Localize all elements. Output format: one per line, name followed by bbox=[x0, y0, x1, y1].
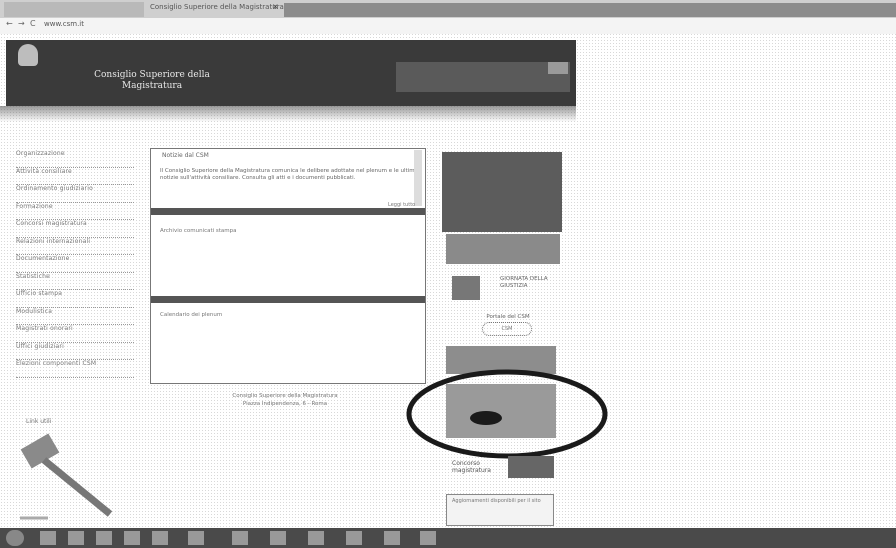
popup-text: Aggiornamenti disponibili per il sito bbox=[452, 498, 541, 504]
banner-image[interactable] bbox=[442, 152, 562, 232]
nav-item[interactable]: Statistiche bbox=[16, 273, 134, 290]
taskbar-app-icon[interactable] bbox=[188, 531, 204, 545]
news-scrollbar[interactable] bbox=[414, 150, 422, 206]
news-title[interactable]: Notizie dal CSM bbox=[162, 152, 209, 159]
left-nav-caption: Link utili bbox=[26, 418, 52, 425]
banner-icon[interactable] bbox=[452, 276, 480, 300]
banner-image[interactable] bbox=[508, 456, 554, 478]
nav-item[interactable]: Attività consiliare bbox=[16, 168, 134, 185]
gavel-icon[interactable] bbox=[18, 430, 118, 520]
taskbar-app-icon[interactable] bbox=[96, 531, 112, 545]
tab-close-icon[interactable]: × bbox=[272, 2, 279, 11]
start-button-icon[interactable] bbox=[6, 530, 24, 546]
header-shadow bbox=[0, 106, 576, 122]
footer-line1: Consiglio Superiore della Magistratura bbox=[232, 393, 338, 399]
left-navigation: Organizzazione Attività consiliare Ordin… bbox=[16, 150, 134, 378]
footer-line2: Piazza Indipendenza, 6 - Roma bbox=[242, 401, 328, 407]
emblem-logo-icon[interactable] bbox=[18, 44, 38, 66]
taskbar-app-icon[interactable] bbox=[346, 531, 362, 545]
forward-arrow-icon[interactable]: → bbox=[18, 19, 25, 28]
taskbar-app-icon[interactable] bbox=[232, 531, 248, 545]
nav-item[interactable]: Magistrati onorari bbox=[16, 325, 134, 343]
banner-text[interactable]: Concorso magistratura bbox=[452, 460, 508, 474]
nav-item[interactable]: Formazione bbox=[16, 203, 134, 220]
taskbar-app-icon[interactable] bbox=[152, 531, 168, 545]
taskbar-app-icon[interactable] bbox=[68, 531, 84, 545]
nav-item[interactable]: Modulistica bbox=[16, 308, 134, 325]
highlight-circle-annotation bbox=[406, 369, 608, 459]
browser-tab-inactive[interactable] bbox=[284, 3, 896, 17]
section-link[interactable]: Calendario dei plenum bbox=[160, 312, 222, 318]
browser-tab-active[interactable] bbox=[4, 2, 144, 17]
address-bar[interactable]: www.csm.it bbox=[44, 20, 84, 28]
site-title[interactable]: Consiglio Superiore della Magistratura bbox=[62, 70, 242, 92]
site-title-line2: Magistratura bbox=[121, 81, 183, 91]
taskbar-app-icon[interactable] bbox=[40, 531, 56, 545]
banner-text[interactable]: Portale del CSM bbox=[458, 314, 558, 320]
taskbar-app-icon[interactable] bbox=[270, 531, 286, 545]
taskbar-app-icon[interactable] bbox=[124, 531, 140, 545]
search-icon[interactable] bbox=[548, 62, 568, 74]
nav-item[interactable]: Documentazione bbox=[16, 255, 134, 273]
section-link[interactable]: Archivio comunicati stampa bbox=[160, 228, 237, 234]
banner-logo[interactable]: CSM bbox=[482, 322, 532, 336]
reload-icon[interactable]: C bbox=[30, 19, 36, 28]
banner-text[interactable]: GIORNATA DELLA GIUSTIZIA bbox=[500, 276, 550, 290]
taskbar-app-icon[interactable] bbox=[420, 531, 436, 545]
tab-title[interactable]: Consiglio Superiore della Magistratura bbox=[150, 3, 284, 11]
nav-item[interactable]: Elezioni componenti CSM bbox=[16, 360, 134, 378]
nav-item[interactable]: Ordinamento giudiziario bbox=[16, 185, 134, 203]
section-header-bar bbox=[151, 296, 425, 303]
taskbar-app-icon[interactable] bbox=[308, 531, 324, 545]
header-search-area[interactable] bbox=[396, 62, 570, 92]
taskbar-app-icon[interactable] bbox=[384, 531, 400, 545]
section-header-bar bbox=[151, 208, 425, 215]
content-panel bbox=[150, 148, 426, 384]
nav-item[interactable]: Organizzazione bbox=[16, 150, 134, 168]
news-text: Il Consiglio Superiore della Magistratur… bbox=[160, 168, 418, 181]
banner-image[interactable] bbox=[446, 234, 560, 264]
back-arrow-icon[interactable]: ← bbox=[6, 19, 13, 28]
page-footer: Consiglio Superiore della Magistratura P… bbox=[200, 392, 370, 408]
nav-item[interactable]: Concorsi magistratura bbox=[16, 220, 134, 238]
nav-item[interactable]: Ufficio stampa bbox=[16, 290, 134, 308]
site-title-line1: Consiglio Superiore della bbox=[94, 70, 210, 80]
nav-item[interactable]: Relazioni internazionali bbox=[16, 238, 134, 255]
nav-item[interactable]: Uffici giudiziari bbox=[16, 343, 134, 360]
browser-nav-bar bbox=[0, 18, 896, 34]
